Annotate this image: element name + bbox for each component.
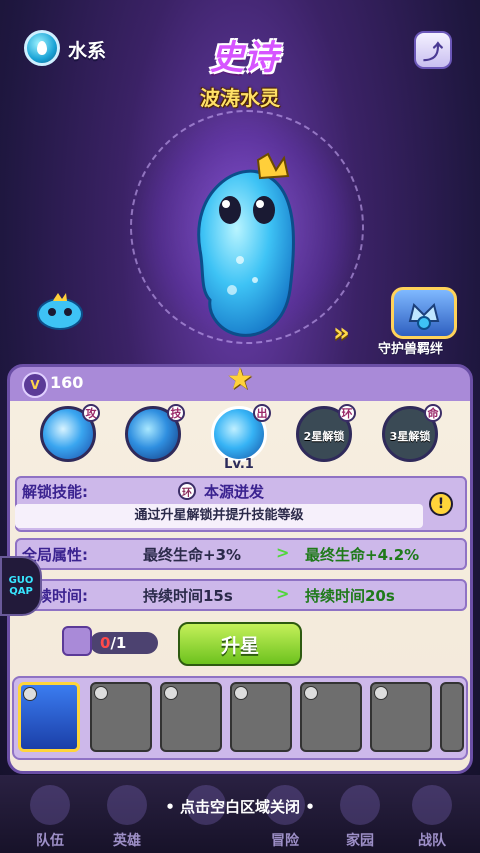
guardian-bond-label: 守护兽羁绊: [378, 342, 444, 357]
water-element-icon: [24, 30, 60, 66]
nav-adventure[interactable]: 冒险: [255, 830, 315, 850]
skill-lock-text: 3星解锁: [389, 430, 431, 443]
star-rank-icon: ★: [226, 362, 254, 397]
share-button[interactable]: ⤴: [414, 31, 452, 69]
power-value: 160: [50, 373, 84, 392]
unlock-skill-name: 本源迸发: [204, 483, 265, 501]
guardian-bond-button[interactable]: [391, 287, 457, 339]
skill-tag-attack: 攻: [82, 404, 100, 422]
guardian-crown-icon: [408, 303, 440, 330]
nav-guild[interactable]: 战队: [402, 830, 462, 850]
nav-home[interactable]: 家园: [330, 830, 390, 850]
stat-next: 持续时间20s: [305, 587, 395, 605]
star-upgrade-button[interactable]: 升星: [178, 622, 302, 666]
side-logo[interactable]: GUO QAP: [0, 556, 42, 616]
skill-tag-fate: 命: [424, 404, 442, 422]
skill-lock-text: 2星解锁: [303, 430, 345, 443]
info-button[interactable]: !: [429, 492, 453, 516]
companion-pet-icon[interactable]: [34, 290, 86, 330]
nav-hero[interactable]: 英雄: [97, 830, 157, 850]
pet-card-locked[interactable]: [160, 682, 222, 752]
arrow-right-icon: >: [276, 543, 290, 562]
skill-tag-ring: 环: [338, 404, 356, 422]
pet-card-selected[interactable]: [18, 682, 80, 752]
pet-card-locked[interactable]: [440, 682, 464, 752]
close-hint[interactable]: • 点击空白区域关闭 •: [0, 796, 480, 817]
fragment-count: 0/1: [100, 634, 127, 652]
pet-card-locked[interactable]: [90, 682, 152, 752]
rarity-badge: 史诗: [210, 38, 278, 78]
pet-card-locked[interactable]: [300, 682, 362, 752]
arrow-right-icon: >: [276, 584, 290, 603]
unlock-skill-description: 通过升星解锁并提升技能等级: [15, 504, 423, 528]
skill-tag-technique: 技: [167, 404, 185, 422]
stat-next: 最终生命+4.2%: [305, 546, 420, 564]
pet-fragment-icon: [62, 626, 92, 656]
skill-level: Lv.1: [224, 457, 254, 472]
pet-model: [197, 152, 296, 337]
skill-tag-deploy: 出: [253, 404, 271, 422]
pet-card-locked[interactable]: [370, 682, 432, 752]
unlock-skill-label: 解锁技能:: [22, 483, 88, 501]
pet-card-locked[interactable]: [230, 682, 292, 752]
stat-current: 最终生命+3%: [143, 546, 242, 564]
stat-current: 持续时间15s: [143, 587, 233, 605]
unlock-skill-tag: 环: [178, 482, 196, 500]
power-icon: V: [22, 372, 48, 398]
bond-arrow-icon: »: [333, 318, 350, 348]
element-label: 水系: [68, 40, 107, 62]
nav-team[interactable]: 队伍: [20, 830, 80, 850]
pet-name: 波涛水灵: [200, 86, 280, 110]
